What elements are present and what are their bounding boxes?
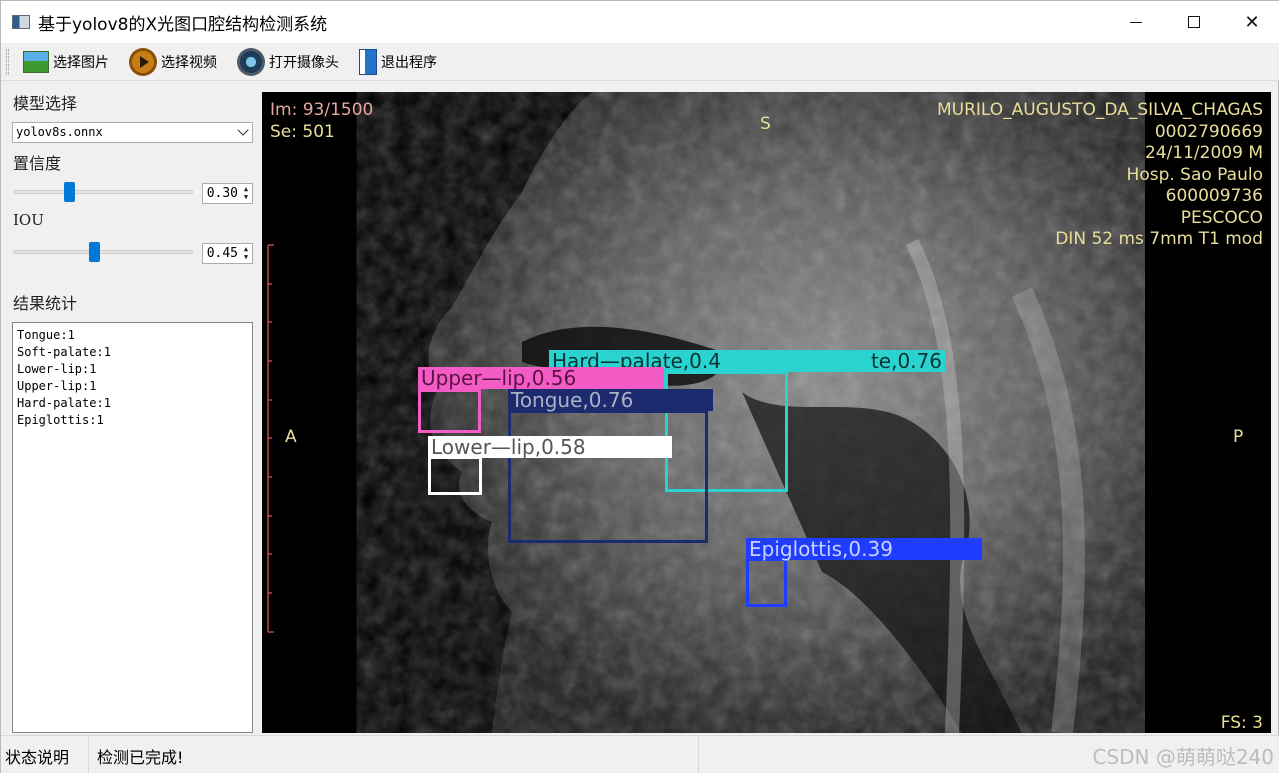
iou-label: IOU [13, 211, 44, 229]
confidence-label: 置信度 [13, 154, 62, 173]
result-line: Hard-palate:1 [17, 396, 111, 410]
status-separator [88, 736, 89, 773]
window-title: 基于yolov8的X光图口腔结构检测系统 [38, 14, 328, 35]
model-select-value: yolov8s.onnx [16, 125, 103, 139]
sequence-info: DIN 52 ms 7mm T1 mod [1055, 229, 1263, 249]
close-icon: ✕ [1244, 11, 1260, 33]
results-textbox[interactable]: Tongue:1 Soft-palate:1 Lower-lip:1 Upper… [12, 322, 253, 733]
chevron-down-icon [237, 124, 249, 136]
patient-name: MURILO_AUGUSTO_DA_SILVA_CHAGAS [936, 100, 1263, 120]
confidence-slider-handle[interactable] [64, 182, 75, 202]
toolbar-grip[interactable] [6, 48, 9, 75]
exit-door-icon [359, 48, 377, 75]
app-window: 基于yolov8的X光图口腔结构检测系统 ✕ 选择图片 选择视频 打开摄像头 退… [0, 0, 1279, 773]
confidence-slider[interactable] [13, 182, 193, 202]
title-bar: 基于yolov8的X光图口腔结构检测系统 ✕ [1, 1, 1279, 43]
results-label: 结果统计 [13, 294, 78, 313]
status-title: 状态说明 [5, 748, 70, 767]
maximize-button[interactable] [1165, 1, 1223, 43]
confidence-value: 0.30 [206, 186, 238, 201]
patient-info: MURILO_AUGUSTO_DA_SILVA_CHAGAS 000279066… [937, 100, 1263, 251]
upper-lip-box [418, 389, 481, 433]
maximize-icon [1188, 16, 1200, 28]
confidence-slider-track [13, 190, 193, 194]
image-index-text: Im: 93/1500 [270, 100, 374, 120]
study-date-sex: 24/11/2009 M [1144, 143, 1263, 163]
spin-arrows-icon[interactable]: ▲ ▼ [241, 185, 251, 202]
accession-number: 600009736 [1165, 186, 1263, 206]
iou-slider[interactable] [13, 242, 193, 262]
epiglottis-box [746, 558, 787, 607]
epiglottis-label: Epiglottis,0.39 [746, 538, 982, 560]
spin-arrows-icon[interactable]: ▲ ▼ [241, 245, 251, 262]
status-message: 检测已完成! [97, 748, 184, 767]
minimize-button[interactable] [1107, 1, 1165, 43]
top-orientation-marker: S [760, 114, 771, 134]
select-video-button[interactable]: 选择视频 [123, 47, 223, 77]
hospital-name: Hosp. Sao Paulo [1126, 164, 1263, 185]
upper-lip-label: Upper—lip,0.56 [418, 367, 664, 389]
watermark-text: CSDN @萌萌哒240 [1092, 745, 1274, 769]
exit-button[interactable]: 退出程序 [353, 47, 443, 77]
open-camera-button[interactable]: 打开摄像头 [231, 47, 345, 77]
iou-spinbox[interactable]: 0.45 ▲ ▼ [202, 243, 253, 264]
right-orientation-marker: P [1233, 427, 1244, 447]
detection-image-view: Im: 93/1500 Se: 501 S MURILO_AUGUSTO_DA_… [262, 92, 1271, 733]
body-region: PESCOCO [1180, 207, 1263, 228]
iou-slider-track [13, 250, 193, 254]
series-text: Se: 501 [270, 122, 335, 142]
open-camera-label: 打开摄像头 [269, 54, 339, 71]
webcam-icon [237, 47, 265, 76]
exit-label: 退出程序 [381, 54, 437, 71]
hard-palate-label: te,0.76 [811, 350, 945, 372]
result-line: Tongue:1 [17, 328, 75, 342]
left-orientation-marker: A [285, 427, 297, 447]
tongue-box [508, 410, 708, 543]
fs-text: FS: 3 [1220, 713, 1263, 733]
iou-value: 0.45 [206, 246, 238, 261]
status-separator [698, 736, 699, 773]
minimize-icon [1130, 21, 1142, 23]
lower-lip-box [428, 456, 482, 495]
close-button[interactable]: ✕ [1223, 1, 1279, 43]
result-line: Epiglottis:1 [17, 413, 104, 427]
status-bar: 状态说明 检测已完成! CSDN @萌萌哒240 [1, 735, 1279, 773]
result-line: Lower-lip:1 [17, 362, 97, 376]
confidence-spinbox[interactable]: 0.30 ▲ ▼ [202, 183, 253, 204]
select-image-label: 选择图片 [53, 54, 109, 71]
result-line: Soft-palate:1 [17, 345, 111, 359]
model-label: 模型选择 [13, 94, 78, 113]
image-icon [23, 50, 49, 73]
lower-lip-label: Lower—lip,0.58 [428, 436, 672, 458]
iou-slider-handle[interactable] [89, 242, 100, 262]
play-icon [129, 47, 157, 76]
select-image-button[interactable]: 选择图片 [17, 47, 115, 77]
model-select[interactable]: yolov8s.onnx [12, 122, 253, 143]
patient-id: 0002790669 [1154, 121, 1263, 142]
result-line: Upper-lip:1 [17, 379, 97, 393]
tongue-label: Tongue,0.76 [508, 389, 713, 411]
settings-panel: 模型选择 yolov8s.onnx 置信度 0.30 ▲ ▼ IOU 0.45 ▲… [1, 83, 259, 735]
select-video-label: 选择视频 [161, 54, 217, 71]
app-icon [12, 15, 30, 29]
toolbar: 选择图片 选择视频 打开摄像头 退出程序 [1, 43, 1279, 81]
